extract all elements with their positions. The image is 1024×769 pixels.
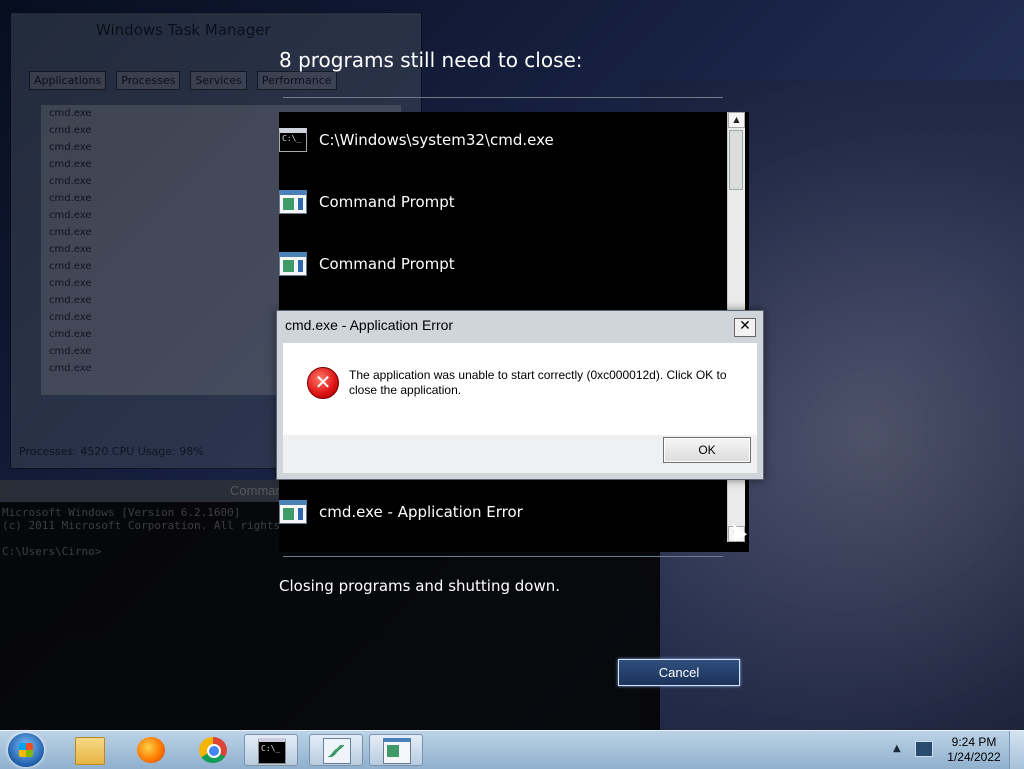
windows-explorer-icon [75,737,105,765]
list-item[interactable]: Command Prompt [279,187,455,217]
program-label: C:\Windows\system32\cmd.exe [319,131,554,149]
error-icon: ✕ [307,367,339,399]
program-label: Command Prompt [319,193,455,211]
dialog-title: cmd.exe - Application Error [285,317,454,333]
taskbar-explorer-button[interactable] [62,734,116,766]
taskbar-task-manager-button[interactable] [309,734,363,766]
close-icon[interactable]: ✕ [734,318,756,337]
chrome-icon [199,737,227,763]
window-icon [279,190,307,214]
ok-button[interactable]: OK [663,437,751,463]
taskbar: ▲ 9:24 PM 1/24/2022 [0,730,1024,769]
start-button[interactable] [8,733,44,767]
divider [283,97,723,98]
clock-date: 1/24/2022 [947,750,1001,764]
list-item[interactable]: C:\Windows\system32\cmd.exe [279,125,554,155]
firefox-icon [137,737,165,763]
shutdown-status-text: Closing programs and shutting down. [279,577,560,595]
application-error-dialog: cmd.exe - Application Error ✕ ✕ The appl… [276,310,764,480]
show-desktop-button[interactable] [1009,731,1024,769]
cancel-button[interactable]: Cancel [618,659,740,686]
taskbar-command-prompt-button[interactable] [244,734,298,766]
dialog-body: ✕ The application was unable to start co… [283,343,757,435]
taskbar-window-button[interactable] [369,734,423,766]
taskbar-chrome-button[interactable] [186,734,240,766]
clock-time: 9:24 PM [951,735,997,749]
dialog-footer: OK [283,435,757,473]
cmd-icon [279,128,307,152]
list-item[interactable]: cmd.exe - Application Error [279,497,523,527]
error-message: The application was unable to start corr… [349,368,727,397]
program-label: cmd.exe - Application Error [319,503,523,521]
list-item[interactable]: Command Prompt [279,249,455,279]
divider [283,556,723,557]
clock[interactable]: 9:24 PM 1/24/2022 [944,735,1004,765]
network-icon[interactable] [915,741,933,757]
window-app-icon [383,738,411,764]
command-prompt-icon [258,738,286,764]
window-icon [279,252,307,276]
scroll-up-arrow-icon[interactable]: ▲ [728,112,745,128]
task-manager-icon [323,738,351,764]
taskbar-firefox-button[interactable] [124,734,178,766]
window-icon [279,500,307,524]
program-label: Command Prompt [319,255,455,273]
scrollbar-thumb[interactable] [729,130,743,190]
show-hidden-icons-arrow-icon[interactable]: ▲ [893,743,901,754]
programs-remaining-heading: 8 programs still need to close: [279,48,583,72]
